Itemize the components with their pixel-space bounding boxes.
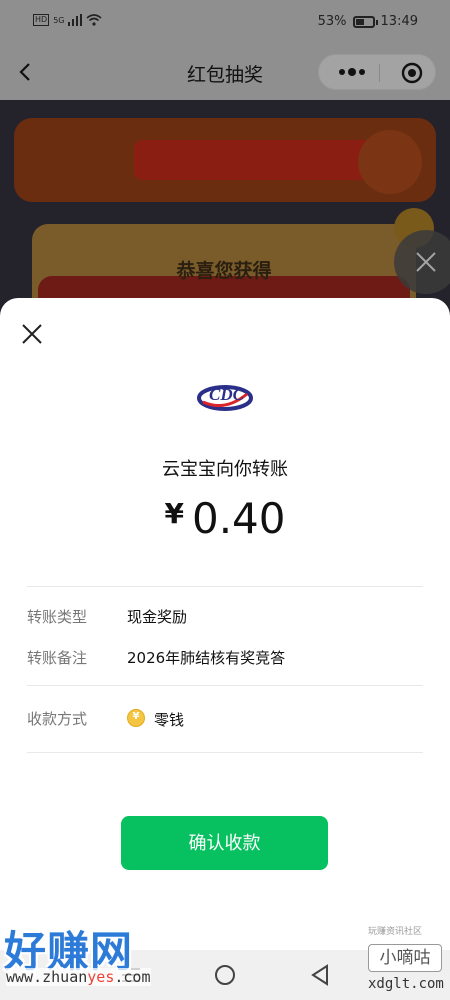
watermark-small-text: 玩赚资讯社区 (368, 927, 423, 937)
exit-target-icon[interactable] (401, 62, 423, 84)
watermark-url-post: .com (114, 968, 151, 986)
svg-text:CDC: CDC (209, 385, 245, 404)
banner-badge (358, 130, 422, 194)
signal-5g-tag: 5G (53, 15, 65, 25)
network-tag: HD (33, 14, 50, 26)
signal-icon (68, 14, 83, 26)
close-icon[interactable] (20, 322, 44, 346)
divider (27, 685, 423, 686)
watermark-url-accent: yes (87, 968, 115, 986)
miniprogram-capsule (318, 54, 436, 90)
watermark-left: 好赚网 www.zhuanyes.com (0, 918, 196, 998)
transfer-sheet: CDC 云宝宝向你转账 ¥0.40 转账类型 现金奖励 转账备注 2026年肺结… (0, 298, 450, 950)
background-close-button[interactable] (394, 230, 450, 294)
battery-icon (352, 15, 378, 28)
confirm-receive-button[interactable]: 确认收款 (121, 816, 328, 870)
detail-value: 现金奖励 (127, 608, 188, 626)
status-bar: HD 5G 53% 13:49 (0, 0, 450, 44)
watermark-right: 玩赚资讯社区 小嘀咕 xdglt.com (360, 922, 450, 1000)
nav-bar: 红包抽奖 (0, 44, 450, 100)
close-icon (416, 252, 436, 272)
status-right: 53% 13:49 (318, 14, 418, 29)
banner-glow (134, 140, 374, 180)
battery-percent: 53% (317, 14, 347, 29)
amount-row: ¥0.40 (0, 494, 450, 543)
coin-icon: ¥ (127, 709, 145, 727)
divider (27, 752, 423, 753)
battery-fill (355, 18, 364, 25)
background-card-title: 恭喜您获得 (176, 260, 272, 282)
detail-value: 2026年肺结核有奖竞答 (127, 649, 286, 667)
detail-label: 转账类型 (27, 608, 88, 626)
capsule-divider (379, 64, 380, 82)
status-left: HD 5G (33, 14, 103, 26)
amount-value: 0.40 (191, 494, 286, 543)
wifi-icon (86, 14, 103, 26)
divider (27, 586, 423, 587)
payment-method-value[interactable]: 零钱 (154, 709, 184, 730)
background-banner (14, 118, 436, 202)
watermark-box: 小嘀咕 (368, 944, 442, 972)
home-icon[interactable] (215, 965, 235, 985)
clock: 13:49 (380, 14, 418, 29)
payer-logo: CDC (197, 385, 253, 411)
currency-symbol: ¥ (164, 497, 184, 530)
watermark-url-pre: www.zhuan (6, 968, 88, 986)
watermark-url: www.zhuanyes.com (6, 968, 151, 986)
payer-line: 云宝宝向你转账 (162, 459, 288, 480)
payment-method-label: 收款方式 (27, 710, 88, 728)
watermark-domain: xdglt.com (368, 976, 444, 992)
coin-symbol: ¥ (132, 711, 140, 722)
more-icon[interactable] (337, 64, 367, 80)
back-triangle-icon[interactable] (310, 964, 330, 986)
detail-label: 转账备注 (27, 649, 88, 667)
